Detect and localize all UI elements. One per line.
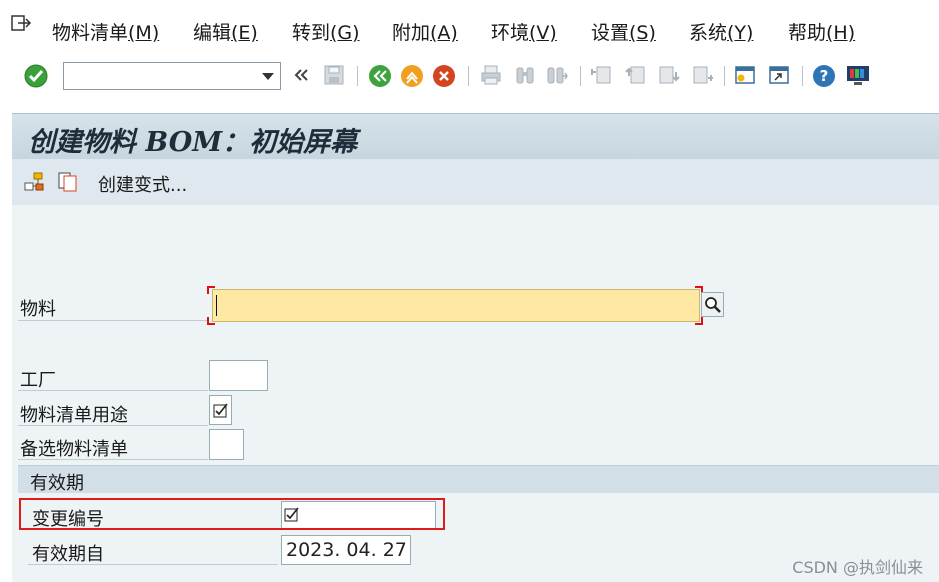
menu-extras[interactable]: 附加(A) [392, 18, 458, 45]
validity-group-header: 有效期 [18, 465, 939, 494]
menu-goto[interactable]: 转到(G) [292, 18, 360, 45]
highlight-box [19, 498, 445, 530]
next-page-icon[interactable] [658, 64, 680, 86]
checkbox-checked-icon [213, 403, 228, 418]
screen-title-bar: 创建物料 BOM：初始屏幕 [12, 113, 939, 160]
new-session-icon[interactable] [734, 64, 756, 86]
plant-label: 工厂 [20, 370, 56, 391]
toolbar-separator [802, 66, 803, 86]
shortcut-icon[interactable] [768, 64, 790, 86]
bom-usage-label: 物料清单用途 [20, 405, 128, 426]
page-title: 创建物料 BOM：初始屏幕 [28, 127, 358, 158]
toolbar-separator [580, 66, 581, 86]
help-icon[interactable]: ? [812, 64, 836, 88]
text-cursor [216, 295, 217, 316]
menu-edit[interactable]: 编辑(E) [193, 18, 258, 45]
standard-toolbar: ? [0, 56, 939, 98]
required-corner [207, 286, 215, 294]
toolbar-separator [724, 66, 725, 86]
label-underline [18, 320, 208, 321]
collapse-icon[interactable] [292, 66, 310, 84]
menu-help[interactable]: 帮助(H) [788, 18, 855, 45]
back-icon[interactable] [368, 64, 392, 88]
menu-bar: 物料清单(M) 编辑(E) 转到(G) 附加(A) 环境(V) 设置(S) 系统… [0, 0, 939, 56]
required-corner [207, 317, 215, 325]
command-field[interactable] [63, 62, 281, 90]
validity-group-title: 有效期 [30, 473, 84, 494]
first-page-icon[interactable] [590, 64, 612, 86]
label-underline [18, 425, 208, 426]
find-icon[interactable] [514, 64, 536, 86]
svg-text:?: ? [820, 67, 829, 85]
menu-material-bom[interactable]: 物料清单(M) [52, 18, 159, 45]
print-icon[interactable] [480, 64, 502, 86]
required-corner [695, 317, 703, 325]
bom-usage-input[interactable] [209, 395, 232, 425]
menu-system[interactable]: 系统(Y) [689, 18, 753, 45]
cancel-icon[interactable] [432, 64, 456, 88]
chevron-down-icon[interactable] [262, 73, 274, 80]
valid-from-input[interactable]: 2023. 04. 27 [281, 535, 411, 565]
copy-icon[interactable] [56, 171, 80, 193]
menu-exit-icon[interactable] [10, 14, 32, 34]
create-variant-button[interactable]: 创建变式... [98, 171, 187, 197]
find-next-icon[interactable] [546, 64, 568, 86]
hierarchy-icon[interactable] [22, 171, 46, 193]
alt-bom-label: 备选物料清单 [20, 439, 128, 460]
menu-settings[interactable]: 设置(S) [591, 18, 656, 45]
menu-environment[interactable]: 环境(V) [491, 18, 557, 45]
material-input[interactable] [212, 289, 700, 322]
watermark: CSDN @执剑仙来 [792, 558, 923, 577]
prev-page-icon[interactable] [624, 64, 646, 86]
exit-icon[interactable] [400, 64, 424, 88]
layout-icon[interactable] [845, 64, 871, 88]
valid-from-label: 有效期自 [32, 544, 104, 565]
search-help-icon[interactable] [701, 292, 724, 317]
save-icon[interactable] [323, 64, 345, 86]
label-underline [18, 459, 208, 460]
last-page-icon[interactable] [692, 64, 714, 86]
toolbar-separator [468, 66, 469, 86]
material-label: 物料 [20, 299, 56, 320]
alt-bom-input[interactable] [209, 429, 244, 460]
label-underline [18, 390, 208, 391]
plant-input[interactable] [209, 360, 268, 391]
enter-icon[interactable] [24, 64, 48, 88]
toolbar-separator [357, 66, 358, 86]
label-underline [28, 564, 278, 565]
application-toolbar: 创建变式... [12, 159, 939, 206]
